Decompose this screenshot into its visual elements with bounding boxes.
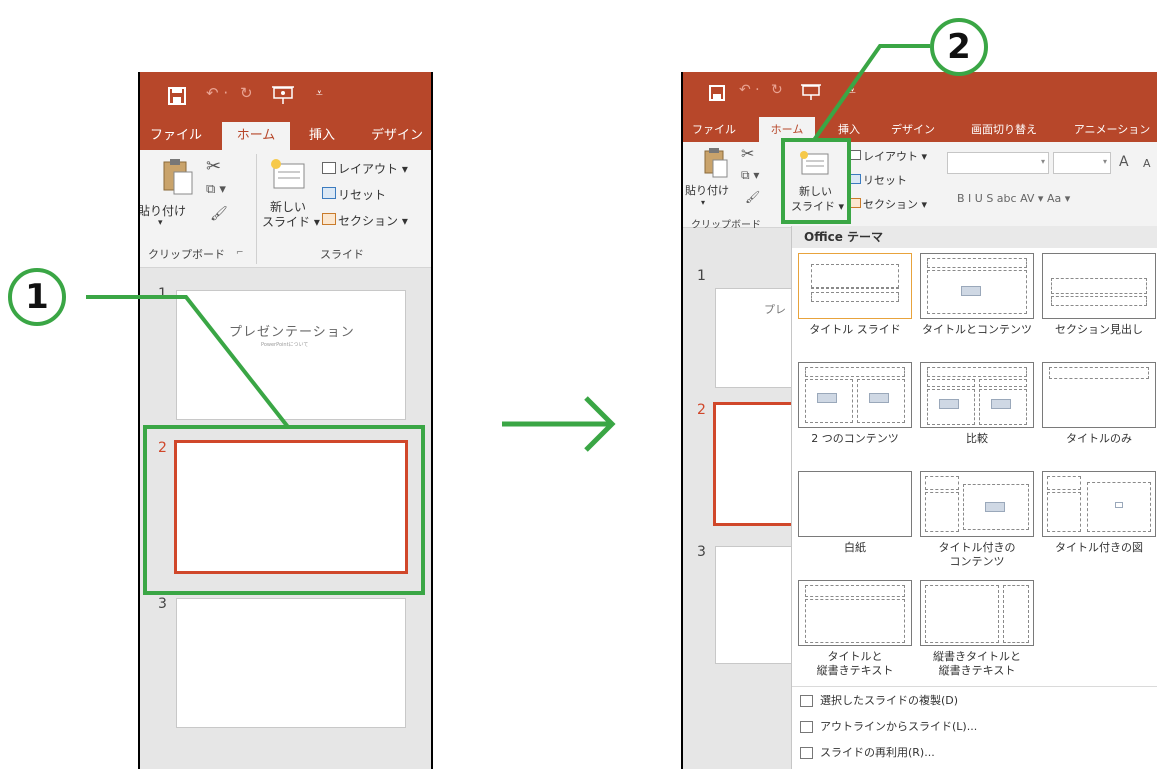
highlight-box-slide-2 — [143, 425, 425, 595]
highlight-box-new-slide — [781, 138, 851, 224]
callout-line-1 — [86, 295, 290, 429]
annotation-lines — [86, 44, 930, 452]
step-badge-1: 1 — [8, 268, 66, 326]
callout-line-2 — [812, 44, 930, 142]
step-badge-2: 2 — [930, 18, 988, 76]
